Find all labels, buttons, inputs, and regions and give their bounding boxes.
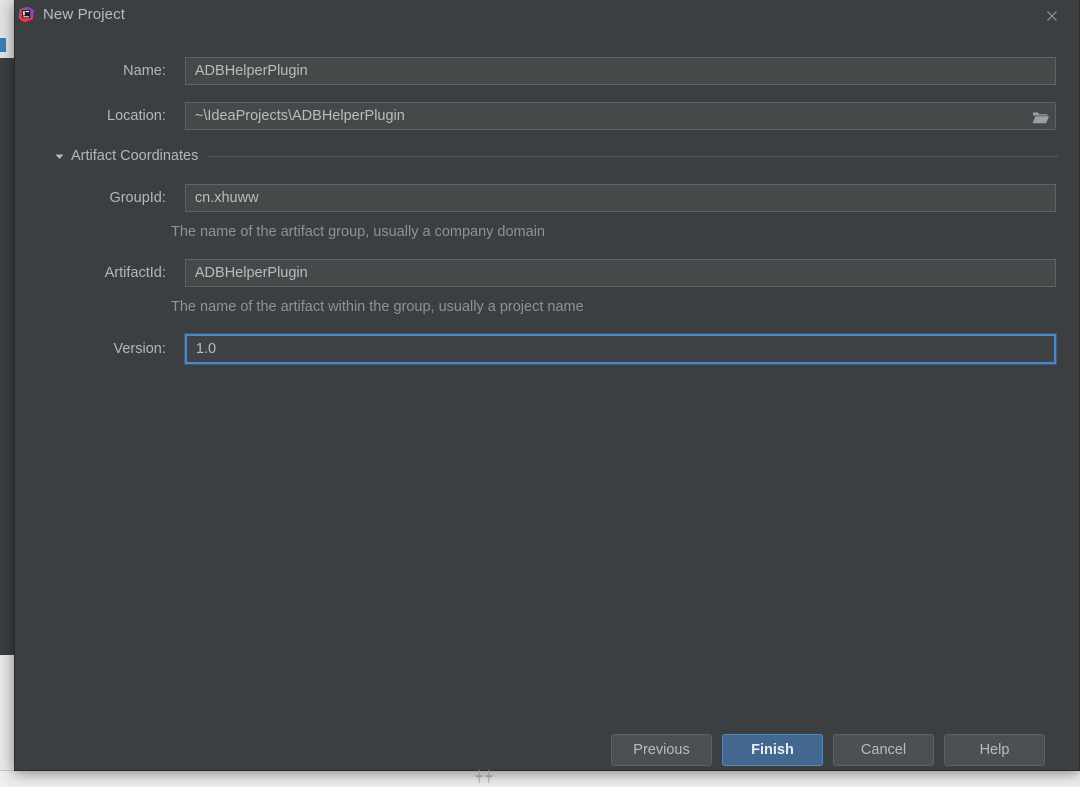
intellij-idea-icon bbox=[18, 6, 35, 23]
version-label: Version: bbox=[41, 341, 166, 357]
backdrop-bottom-bar bbox=[0, 770, 1080, 787]
close-icon[interactable] bbox=[1041, 5, 1063, 27]
version-input[interactable]: 1.0 bbox=[185, 334, 1056, 364]
chevron-down-icon bbox=[53, 150, 65, 162]
location-input[interactable]: ~\IdeaProjects\ADBHelperPlugin bbox=[185, 102, 1056, 130]
backdrop-selected-tab-marker bbox=[0, 38, 6, 52]
group-id-row: GroupId: cn.xhuww bbox=[41, 184, 1056, 212]
group-id-input-value: cn.xhuww bbox=[195, 190, 259, 206]
name-label: Name: bbox=[41, 63, 166, 79]
dialog-titlebar: New Project bbox=[15, 0, 1079, 32]
location-row: Location: ~\IdeaProjects\ADBHelperPlugin bbox=[41, 102, 1056, 130]
backdrop-left-statusbar bbox=[0, 655, 15, 786]
artifact-coordinates-section-header[interactable]: Artifact Coordinates bbox=[53, 148, 1058, 164]
previous-button[interactable]: Previous bbox=[611, 734, 712, 766]
artifact-id-row: ArtifactId: ADBHelperPlugin bbox=[41, 259, 1056, 287]
group-id-hint: The name of the artifact group, usually … bbox=[171, 224, 545, 240]
name-input[interactable]: ADBHelperPlugin bbox=[185, 57, 1056, 85]
new-project-dialog: New Project Name: ADBHelperPlugin Locati… bbox=[14, 0, 1080, 771]
finish-button[interactable]: Finish bbox=[722, 734, 823, 766]
section-divider bbox=[208, 156, 1058, 157]
help-button[interactable]: Help bbox=[944, 734, 1045, 766]
artifact-id-input-value: ADBHelperPlugin bbox=[195, 265, 308, 281]
dialog-resize-handle[interactable]: ┿ ┿ bbox=[470, 772, 498, 782]
folder-open-icon[interactable] bbox=[1026, 104, 1054, 130]
location-label: Location: bbox=[41, 108, 166, 124]
group-id-label: GroupId: bbox=[41, 190, 166, 206]
artifact-coordinates-label: Artifact Coordinates bbox=[71, 148, 198, 164]
name-row: Name: ADBHelperPlugin bbox=[41, 57, 1056, 85]
version-row: Version: 1.0 bbox=[41, 334, 1056, 364]
artifact-id-label: ArtifactId: bbox=[41, 265, 166, 281]
resize-grip-dot-left: ┿ bbox=[476, 772, 483, 782]
artifact-id-hint: The name of the artifact within the grou… bbox=[171, 299, 584, 315]
dialog-title: New Project bbox=[43, 6, 125, 23]
version-input-value: 1.0 bbox=[196, 341, 216, 357]
resize-grip-dot-right: ┿ bbox=[486, 772, 493, 782]
location-input-value: ~\IdeaProjects\ADBHelperPlugin bbox=[195, 108, 405, 124]
artifact-id-input[interactable]: ADBHelperPlugin bbox=[185, 259, 1056, 287]
group-id-input[interactable]: cn.xhuww bbox=[185, 184, 1056, 212]
cancel-button[interactable]: Cancel bbox=[833, 734, 934, 766]
name-input-value: ADBHelperPlugin bbox=[195, 63, 308, 79]
